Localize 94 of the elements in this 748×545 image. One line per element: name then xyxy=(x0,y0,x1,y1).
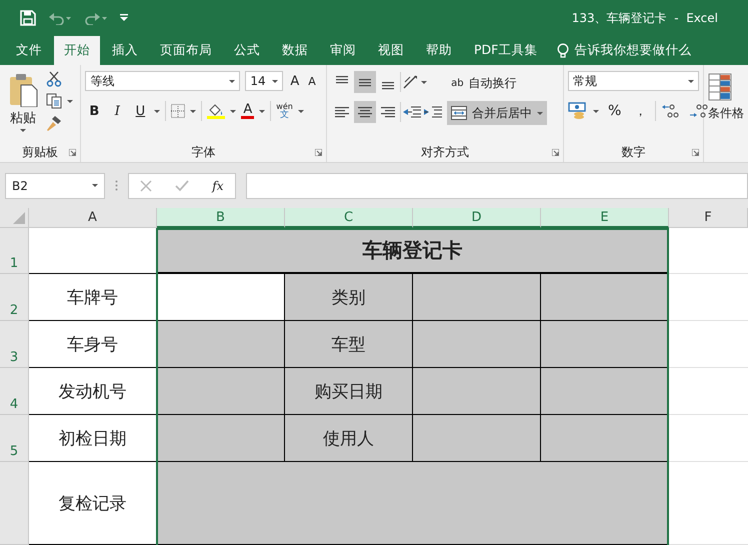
dialog-launcher-icon[interactable] xyxy=(552,149,559,156)
window-title: 133、车辆登记卡 - Excel xyxy=(572,10,718,26)
number-format-dropdown[interactable]: 常规 xyxy=(568,71,699,91)
column-header[interactable]: A xyxy=(29,208,157,228)
table-cell: 使用人 xyxy=(285,415,413,462)
caret-icon[interactable] xyxy=(537,112,544,114)
format-painter-icon[interactable] xyxy=(46,115,62,131)
insert-function-button[interactable]: fx xyxy=(212,178,224,192)
ribbon-tab[interactable]: 帮助 xyxy=(416,36,462,65)
table-cell: 复检记录 xyxy=(29,462,157,545)
name-box[interactable]: B2 xyxy=(5,172,105,198)
caret-icon[interactable] xyxy=(92,184,98,187)
caret-icon[interactable] xyxy=(592,110,599,112)
borders-icon[interactable] xyxy=(171,104,186,118)
dialog-launcher-icon[interactable] xyxy=(69,149,76,156)
table-cell: 初检日期 xyxy=(29,415,157,462)
caret-icon[interactable] xyxy=(20,129,26,132)
redo-icon[interactable] xyxy=(84,11,108,25)
ribbon-tab[interactable]: 文件 xyxy=(6,36,52,65)
caret-icon[interactable] xyxy=(272,80,278,82)
merge-cells-icon[interactable] xyxy=(451,106,468,120)
increase-indent-icon[interactable] xyxy=(423,105,444,119)
percent-button[interactable]: % xyxy=(604,103,626,119)
clipboard-icon[interactable] xyxy=(8,73,38,107)
font-name-dropdown[interactable]: 等线 xyxy=(85,71,240,91)
customize-icon[interactable] xyxy=(120,14,128,22)
caret-icon[interactable] xyxy=(190,110,196,112)
table-cell: 类别 xyxy=(285,274,413,321)
phonetic-button[interactable]: wén 文 xyxy=(276,102,293,120)
decrease-decimal-icon[interactable] xyxy=(688,103,710,119)
currency-format-icon[interactable] xyxy=(568,102,588,120)
group-label: 数字 xyxy=(621,144,646,160)
font-size-dropdown[interactable]: 14 xyxy=(245,71,284,91)
caret-icon[interactable] xyxy=(230,110,236,112)
ribbon-tab[interactable]: 插入 xyxy=(102,36,148,65)
merge-center-button[interactable]: 合并后居中 xyxy=(447,101,548,125)
row-header[interactable]: 2 xyxy=(0,274,29,321)
bold-button[interactable]: B xyxy=(85,104,104,118)
column-header[interactable]: E xyxy=(541,208,669,228)
caret-icon[interactable] xyxy=(67,100,73,102)
caret-icon[interactable] xyxy=(688,80,694,82)
table-grid-icon[interactable] xyxy=(708,73,734,103)
table-cell: 发动机号 xyxy=(29,368,157,415)
row-header[interactable]: 1 xyxy=(0,228,29,274)
save-icon[interactable] xyxy=(20,10,36,26)
increase-font-button[interactable]: A xyxy=(288,74,302,88)
table-cell: 车型 xyxy=(285,321,413,368)
underline-button[interactable]: U xyxy=(131,104,150,118)
table-cell: 车辆登记卡 xyxy=(157,228,669,274)
italic-button[interactable]: I xyxy=(108,104,126,118)
ribbon-tab[interactable]: 视图 xyxy=(368,36,414,65)
table-cell: 车身号 xyxy=(29,321,157,368)
caret-icon[interactable] xyxy=(259,110,266,112)
scissors-icon[interactable] xyxy=(46,71,62,87)
column-header[interactable]: C xyxy=(285,208,413,228)
lightbulb-icon[interactable] xyxy=(557,42,570,58)
ribbon-tab[interactable]: 公式 xyxy=(224,36,270,65)
align-center-icon[interactable] xyxy=(354,101,376,123)
table-cell: 车牌号 xyxy=(29,274,157,321)
caret-icon[interactable] xyxy=(421,80,428,84)
column-header[interactable]: D xyxy=(413,208,541,228)
row-header[interactable]: 4 xyxy=(0,368,29,415)
undo-icon[interactable] xyxy=(48,11,72,25)
conditional-formatting-button[interactable]: 条件格 xyxy=(708,73,744,122)
check-icon[interactable] xyxy=(175,180,190,192)
paste-button[interactable]: 粘贴 xyxy=(4,71,42,142)
caret-icon[interactable] xyxy=(229,80,236,82)
fill-color-icon[interactable] xyxy=(207,103,226,119)
column-header[interactable]: B xyxy=(157,208,285,228)
ribbon-tab[interactable]: 页面布局 xyxy=(150,36,222,65)
dialog-launcher-icon[interactable] xyxy=(315,149,322,156)
wrap-text-button[interactable]: ab 自动换行 xyxy=(447,71,548,95)
ribbon-tab[interactable]: PDF工具集 xyxy=(464,36,548,65)
ribbon-tab[interactable]: 数据 xyxy=(272,36,318,65)
dialog-launcher-icon[interactable] xyxy=(692,149,699,156)
decrease-font-button[interactable]: A xyxy=(306,74,318,88)
decrease-indent-icon[interactable] xyxy=(402,105,422,119)
caret-icon[interactable] xyxy=(298,110,304,112)
ribbon-tab[interactable]: 审阅 xyxy=(320,36,366,65)
ribbon-tab[interactable]: 开始 xyxy=(54,36,100,65)
group-label: 对齐方式 xyxy=(421,144,470,160)
font-color-button[interactable]: A xyxy=(241,103,254,119)
copy-icon[interactable] xyxy=(46,93,62,109)
row-header[interactable]: 3 xyxy=(0,321,29,368)
caret-icon[interactable] xyxy=(154,110,160,112)
formula-input[interactable] xyxy=(246,172,748,198)
column-header[interactable]: F xyxy=(669,208,748,228)
row-header[interactable]: 5 xyxy=(0,415,29,462)
middle-align-icon[interactable] xyxy=(354,71,376,93)
group-label: 字体 xyxy=(192,144,216,160)
group-label: 剪贴板 xyxy=(22,144,58,160)
tell-me-search[interactable]: 告诉我你想要做什么 xyxy=(557,36,692,65)
comma-style-button[interactable]: ， xyxy=(630,102,650,120)
table-cell: 购买日期 xyxy=(285,368,413,415)
